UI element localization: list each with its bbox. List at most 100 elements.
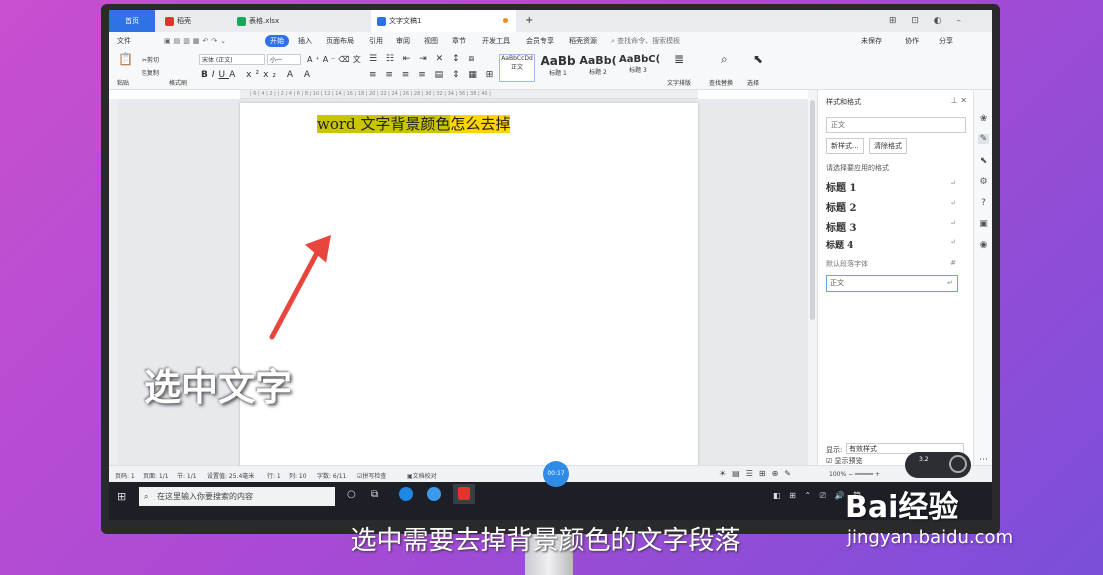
copy-button[interactable]: ⎘复制 [142,68,159,78]
document-canvas[interactable]: word 文字背景颜色怎么去掉 选中文字 [118,99,808,483]
choose-format-prompt: 请选择要应用的格式 [826,164,889,172]
tab-daoke[interactable]: 稻壳 [159,10,229,32]
current-style-field[interactable]: 正文 [826,117,966,133]
paragraph-buttons[interactable]: ☰ ☷ ⇤ ⇥ ✕ ↕ ⧈ [369,54,477,64]
menu-reference[interactable]: 引用 [369,35,383,47]
menu-insert[interactable]: 插入 [298,35,312,47]
menu-review[interactable]: 审阅 [396,35,410,47]
vertical-ruler[interactable] [109,99,118,465]
more-icon[interactable]: ⋯ [978,455,989,465]
tab-xlsx[interactable]: 表格.xlsx [231,10,359,32]
image-icon[interactable]: ▣ [978,219,989,229]
copy-label: 复制 [146,70,159,77]
format-painter-button[interactable]: 格式刷 [169,78,187,87]
selected-text-part-b[interactable]: 怎么去掉 [450,115,511,133]
styles-icon[interactable]: ❀ [978,114,989,124]
menu-view[interactable]: 视图 [424,35,438,47]
tab-document-label: 文字文稿1 [389,17,422,25]
cortana-icon[interactable]: ○ [347,489,356,500]
style-normal[interactable]: AaBbCcDd 正文 [499,54,535,82]
horizontal-ruler[interactable]: | 6 | 4 | 2 | | 2 | 4 | 6 | 8 | 10 | 12 … [240,90,698,99]
selected-text-part-a[interactable]: word 文字背景颜色 [317,115,451,133]
menu-file[interactable]: 文件 [117,35,131,47]
style-h3[interactable]: AaBbC( 标题 3 [619,54,661,74]
edge-icon[interactable] [399,487,413,501]
search-icon: ⌕ [144,492,149,501]
settings-icon[interactable]: ⚙ [978,177,989,187]
cut-button[interactable]: ✂剪切 [142,55,159,64]
select-button[interactable]: 选择 [747,78,759,87]
tab-daoke-label: 稻壳 [177,17,191,25]
style-normal-sample: AaBbCcDd [501,55,533,62]
pane-style-h1-label: 标题 1 [826,183,857,194]
task-view-icon[interactable]: ⧉ [371,489,378,500]
command-search[interactable]: ⌕ 查找命令、搜索模板 [611,35,680,47]
menu-resources[interactable]: 稻壳资源 [569,35,597,47]
spreadsheet-icon [237,16,246,26]
paragraph-icon: # [950,259,956,267]
pen-icon[interactable]: ✎ [978,134,989,144]
style-h1[interactable]: AaBb 标题 1 [539,54,577,77]
style-h2-name: 标题 2 [589,69,607,76]
pane-style-h2[interactable]: 标题 2 ↵ [826,199,966,214]
taskbar-search[interactable]: ⌕ 在这里输入你要搜索的内容 [139,487,335,506]
red-arrow-icon [269,235,331,340]
sogou-icon[interactable] [427,487,441,501]
style-h3-name: 标题 3 [629,67,647,74]
pane-style-h1[interactable]: 标题 1 ↵ [826,179,966,194]
ribbon: 📋 粘贴 ✂剪切 ⎘复制 格式刷 宋体 (正文) 小一 A⁺A⁻⌫文 BIUA … [109,50,992,90]
unsaved-status[interactable]: 未保存 [861,35,882,47]
style-h1-name: 标题 1 [549,70,567,77]
font-grow-shrink[interactable]: A⁺A⁻⌫文 [307,54,364,65]
spell-check-button[interactable]: ☑拼写检查 [357,471,386,480]
search-icon: ⌕ [611,37,615,45]
scroll-thumb[interactable] [810,100,815,320]
paste-icon[interactable]: 📋 [118,52,133,66]
gauge-icon [949,455,967,473]
tab-bar: 首页 稻壳 表格.xlsx 文字文稿1 + ⊞ ⊡ ◐ – ▢ ✕ [109,10,992,48]
selected-text[interactable]: word 文字背景颜色怎么去掉 [317,115,511,134]
location-icon[interactable]: ◉ [978,240,989,250]
video-caption: 选中需要去掉背景颜色的文字段落 [350,526,741,556]
windows-start-icon[interactable]: ⊞ [117,490,126,503]
pane-style-default-font[interactable]: 默认段落字体 # [826,259,966,269]
paste-button[interactable]: 粘贴 [117,78,129,87]
wps-taskbar-button[interactable] [453,484,475,504]
tab-document[interactable]: 文字文稿1 [371,10,516,32]
menu-layout[interactable]: 页面布局 [326,35,354,47]
find-replace-button[interactable]: 查找替换 [709,78,733,87]
pane-style-body[interactable]: 正文 ↵ [826,275,958,292]
zoom-level: 100% [829,471,847,478]
quick-access-icons[interactable]: ▣▤▥▦↶↷⌄ [164,35,229,47]
unsaved-dot-icon [503,18,508,23]
zoom-control[interactable]: 100% − ━━━━━ + [829,471,880,478]
pane-style-h4[interactable]: 标题 4 ↵ [826,238,966,251]
pane-style-h4-label: 标题 4 [826,241,854,251]
proofread-button[interactable]: ▣文档校对 [407,471,437,480]
pointer-icon[interactable]: ⬉ [978,156,989,166]
vertical-scrollbar[interactable] [808,90,817,465]
collaborate-button[interactable]: 协作 [905,35,919,47]
pane-style-h3[interactable]: 标题 3 ↵ [826,219,966,234]
pane-title: 样式和格式 [826,98,861,106]
menu-dev[interactable]: 开发工具 [482,35,510,47]
style-h3-sample: AaBbC( [619,54,661,65]
view-mode-icons[interactable]: ☀▤☰⊞⊕✎ [719,469,797,478]
help-icon[interactable]: ? [978,198,989,208]
text-layout-button[interactable]: 文字排版 [667,78,691,87]
pane-close-icon[interactable]: ⊥ ✕ [951,96,967,105]
new-tab-button[interactable]: + [519,10,533,32]
new-style-button[interactable]: 新样式... [826,138,864,154]
style-h2[interactable]: AaBb(标题 2 [579,54,617,76]
menu-start[interactable]: 开始 [265,35,289,47]
font-size-select[interactable]: 小一 [267,54,301,65]
clear-format-button[interactable]: 清除格式 [869,138,907,154]
align-buttons[interactable]: ≡ ≡ ≡ ≡ ▤ ⇕ ▦ ⊞ [369,70,496,80]
tab-home[interactable]: 首页 [109,10,155,32]
tab-xlsx-label: 表格.xlsx [249,17,280,25]
font-format-buttons[interactable]: BIUA x²x₂ A A [201,70,314,80]
menu-member[interactable]: 会员专享 [526,35,554,47]
font-select[interactable]: 宋体 (正文) [199,54,265,65]
menu-chapter[interactable]: 章节 [452,35,466,47]
share-button[interactable]: 分享 [939,35,953,47]
